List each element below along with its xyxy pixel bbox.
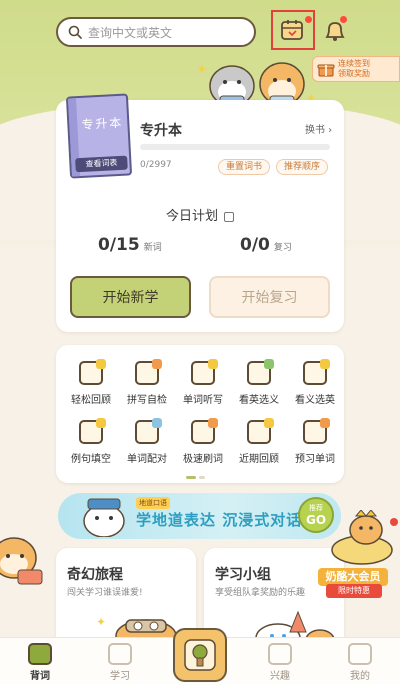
switch-book-link[interactable]: 换书 › (305, 121, 332, 136)
vip-hamster-illustration[interactable] (316, 510, 400, 566)
tool-item[interactable]: 看义选英 (287, 359, 343, 406)
tool-item[interactable]: 例句填空 (63, 418, 119, 465)
promo-badge: 地道口语 (136, 497, 170, 509)
tool-icon (244, 359, 274, 387)
tool-icon (188, 418, 218, 446)
tool-icon (300, 359, 330, 387)
review-words-stat: 0/0 复习 (240, 235, 292, 255)
tool-label: 看义选英 (295, 395, 335, 406)
nav-icon (268, 643, 292, 665)
nav-item[interactable]: 兴趣 (250, 643, 310, 682)
recommended-order-button[interactable]: 推荐顺序 (276, 159, 329, 175)
journey-subtitle: 闯关学习谁误谁爱! (67, 588, 143, 598)
journey-title: 奇幻旅程 (67, 567, 123, 583)
start-review-button[interactable]: 开始复习 (209, 276, 330, 318)
tool-label: 单词配对 (127, 454, 167, 465)
tool-item[interactable]: 拼写自检 (119, 359, 175, 406)
promo-text: 学地道表达 沉浸式对话 (136, 511, 303, 529)
book-name: 专升本 (140, 123, 182, 139)
hamster-peek-illustration (0, 537, 43, 585)
hamster-mascot-illustration (83, 498, 125, 537)
tool-item[interactable]: 单词配对 (119, 418, 175, 465)
group-title: 学习小组 (215, 567, 271, 583)
notification-dot (340, 16, 347, 23)
tool-icon (300, 418, 330, 446)
search-input[interactable]: 查询中文或英文 (56, 17, 256, 47)
view-wordlist-button[interactable]: 查看词表 (75, 155, 128, 173)
book-progress-bar (140, 144, 330, 150)
tool-icon (76, 418, 106, 446)
nav-label: 我的 (350, 671, 370, 682)
tool-label: 轻松回顾 (71, 395, 111, 406)
book-cover[interactable]: 专升本 查看词表 (65, 93, 133, 179)
tool-icon (188, 359, 218, 387)
tool-icon (132, 418, 162, 446)
nav-label: 兴趣 (270, 671, 290, 682)
today-plan-title[interactable]: 今日计划 (0, 205, 400, 224)
edit-icon (224, 211, 234, 222)
page-dot-active (186, 476, 196, 479)
tool-item[interactable]: 单词听写 (175, 359, 231, 406)
tool-item[interactable]: 近期回顾 (231, 418, 287, 465)
today-plan-label: 今日计划 (165, 209, 218, 224)
nav-icon (108, 643, 132, 665)
tool-label: 极速刷词 (183, 454, 223, 465)
review-words-label: 复习 (273, 243, 292, 253)
tool-label: 单词听写 (183, 395, 223, 406)
nav-icon (28, 643, 52, 665)
svg-text:✦: ✦ (96, 615, 106, 629)
signin-line1: 连续签到 (338, 59, 370, 68)
book-cover-title: 专升本 (81, 115, 124, 132)
nav-item[interactable]: 我的 (330, 643, 390, 682)
tool-icon (132, 359, 162, 387)
page-dot (199, 476, 205, 479)
tool-label: 例句填空 (71, 454, 111, 465)
tool-label: 拼写自检 (127, 395, 167, 406)
nav-center-button[interactable] (173, 628, 227, 682)
tool-label: 近期回顾 (239, 454, 279, 465)
switch-book-label: 换书 (305, 125, 325, 136)
checkin-calendar-button[interactable] (271, 10, 315, 50)
notification-dot (305, 16, 312, 23)
reset-book-button[interactable]: 重置词书 (218, 159, 271, 175)
tool-icon (76, 359, 106, 387)
home-tree-icon (184, 639, 216, 671)
tool-label: 预习单词 (295, 454, 335, 465)
nav-label: 学习 (110, 671, 130, 682)
tool-icon (244, 418, 274, 446)
signin-line2: 领取奖励 (338, 69, 370, 78)
nav-item[interactable]: 背词 (10, 643, 70, 682)
search-placeholder: 查询中文或英文 (88, 25, 173, 40)
page-indicator (186, 476, 205, 479)
tool-item[interactable]: 轻松回顾 (63, 359, 119, 406)
nav-item[interactable]: 学习 (90, 643, 150, 682)
tool-label: 看英选义 (239, 395, 279, 406)
calendar-icon (281, 20, 303, 40)
start-learning-button[interactable]: 开始新学 (70, 276, 191, 318)
new-words-stat: 0/15 新词 (98, 235, 162, 255)
nav-icon (348, 643, 372, 665)
tool-item[interactable]: 预习单词 (287, 418, 343, 465)
new-words-count: 0/15 (98, 235, 140, 255)
notification-button[interactable] (322, 16, 348, 44)
tool-item[interactable]: 看英选义 (231, 359, 287, 406)
search-icon (68, 25, 82, 39)
book-progress-text: 0/2997 (140, 160, 172, 170)
svg-text:✦: ✦ (196, 62, 208, 78)
vip-sub-label[interactable]: 限时特惠 (326, 584, 382, 598)
review-words-count: 0/0 (240, 235, 270, 255)
tool-item[interactable]: 极速刷词 (175, 418, 231, 465)
nav-label: 背词 (30, 671, 50, 682)
group-subtitle: 享受组队拿奖励的乐趣 (215, 588, 306, 598)
new-words-label: 新词 (143, 243, 162, 253)
